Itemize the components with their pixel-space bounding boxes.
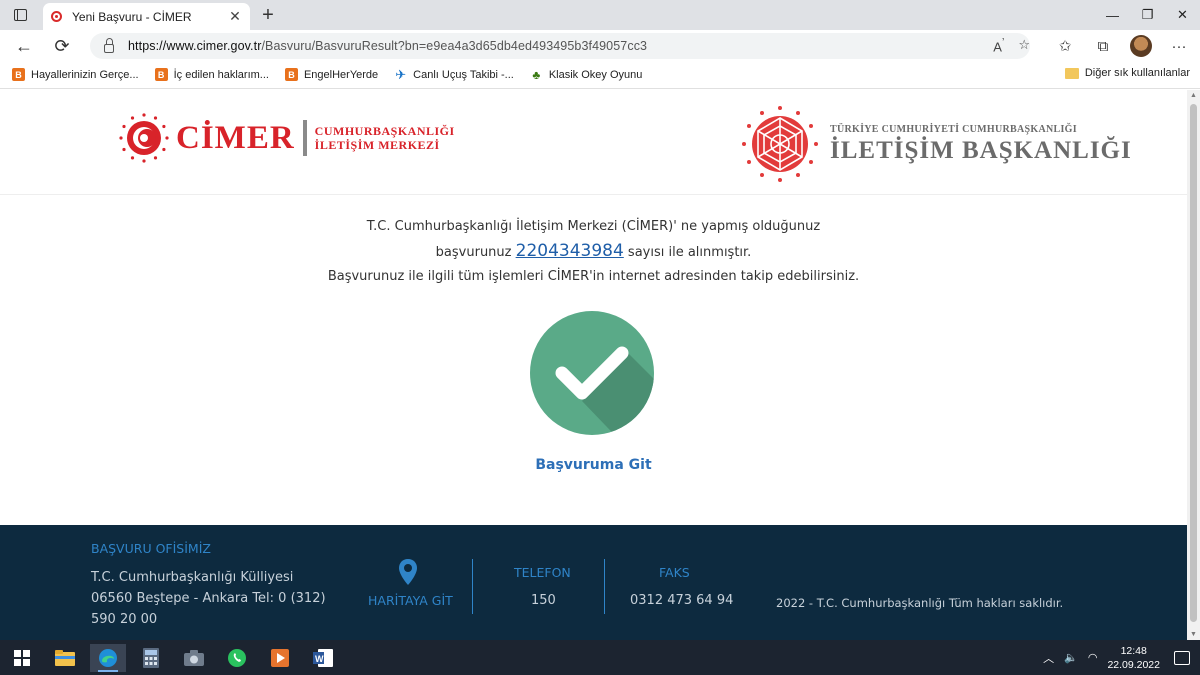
office-title: BAŞVURU OFİSİMİZ xyxy=(91,541,211,556)
cimer-subtitle-line2: İLETİŞİM MERKEZİ xyxy=(314,138,440,152)
refresh-button[interactable]: ⟳ xyxy=(50,34,74,58)
file-explorer-icon[interactable] xyxy=(47,644,83,672)
site-footer: BAŞVURU OFİSİMİZ T.C. Cumhurbaşkanlığı K… xyxy=(0,525,1187,640)
tab-actions-icon xyxy=(13,9,27,21)
more-menu-icon[interactable]: ··· xyxy=(1168,38,1190,55)
fax-value: 0312 473 64 94 xyxy=(630,593,734,608)
blogger-icon: B xyxy=(12,68,25,81)
volume-icon[interactable]: 🔈 xyxy=(1064,651,1078,664)
fax-title: FAKS xyxy=(659,565,690,580)
camera-icon[interactable] xyxy=(176,644,212,672)
wifi-icon[interactable]: ◠ xyxy=(1088,651,1098,664)
calculator-icon[interactable] xyxy=(133,644,169,672)
result-message-suffix: sayısı ile alınmıştır. xyxy=(623,245,752,260)
ib-logo-text: TÜRKİYE CUMHURİYETİ CUMHURBAŞKANLIĞI İLE… xyxy=(830,124,1132,165)
new-tab-button[interactable]: + xyxy=(258,3,278,27)
tab-close-icon[interactable]: ✕ xyxy=(228,8,242,25)
edge-browser-icon[interactable] xyxy=(90,644,126,672)
address-bar-actions: Aʼ ☆ xyxy=(993,37,1030,54)
bookmark-item[interactable]: B EngelHerYerde xyxy=(284,68,378,81)
ib-logo-title: İLETİŞİM BAŞKANLIĞI xyxy=(830,136,1132,164)
word-icon[interactable]: W xyxy=(305,644,341,672)
tab-title: Yeni Başvuru - CİMER xyxy=(72,9,192,24)
blogger-icon: B xyxy=(154,68,168,81)
cimer-favicon-icon xyxy=(51,11,62,22)
back-button[interactable]: ← xyxy=(12,34,36,58)
window-controls: — ❐ ✕ xyxy=(1095,0,1200,30)
plane-icon: ✈ xyxy=(395,66,407,82)
cimer-logo[interactable]: CİMER CUMHURBAŞKANLIĞI İLETİŞİM MERKEZİ xyxy=(118,112,455,164)
favorites-icon[interactable]: ✩ xyxy=(1054,37,1076,55)
media-player-icon[interactable] xyxy=(262,644,298,672)
iletisim-baskanligi-logo[interactable]: TÜRKİYE CUMHURİYETİ CUMHURBAŞKANLIĞI İLE… xyxy=(740,104,1132,184)
map-link[interactable]: HARİTAYA GİT xyxy=(368,593,453,608)
phone-title: TELEFON xyxy=(514,565,571,580)
bookmark-item[interactable]: ✈ Canlı Uçuş Takibi -... xyxy=(394,66,514,82)
svg-text:W: W xyxy=(315,654,324,664)
lock-icon xyxy=(104,37,114,53)
result-message-line3: Başvurunuz ile ilgili tüm işlemleri CİME… xyxy=(327,269,860,284)
tray-overflow-icon[interactable]: ︿ xyxy=(1043,650,1054,666)
result-message-prefix: başvurunuz xyxy=(435,245,516,260)
cimer-wordmark: CİMER xyxy=(176,119,295,156)
page-scrollbar[interactable]: ▲ ▼ xyxy=(1187,90,1200,640)
system-tray: ︿ 🔈 ◠ 12:48 22.09.2022 xyxy=(1043,640,1200,675)
cimer-emblem-icon xyxy=(119,113,169,163)
application-number-link[interactable]: 2204343984 xyxy=(516,241,624,261)
scroll-up-icon[interactable]: ▲ xyxy=(1190,92,1197,99)
success-check-icon xyxy=(530,311,654,435)
windows-taskbar: W ︿ 🔈 ◠ 12:48 22.09.2022 xyxy=(0,640,1200,675)
logo-separator xyxy=(302,120,307,156)
cimer-subtitle-line1: CUMHURBAŞKANLIĞI xyxy=(314,124,455,138)
bookmark-item[interactable]: B İç edilen haklarım... xyxy=(154,68,269,81)
site-header: CİMER CUMHURBAŞKANLIĞI İLETİŞİM MERKEZİ xyxy=(0,90,1187,195)
restore-button[interactable]: ❐ xyxy=(1130,0,1165,30)
web-page: CİMER CUMHURBAŞKANLIĞI İLETİŞİM MERKEZİ xyxy=(0,90,1187,640)
footer-divider xyxy=(604,559,605,614)
copyright-text: 2022 - T.C. Cumhurbaşkanlığı Tüm hakları… xyxy=(776,596,1064,610)
blogger-icon: B xyxy=(284,68,298,81)
bookmark-item[interactable]: ♣ Klasik Okey Oyunu xyxy=(530,67,642,82)
clock-date: 22.09.2022 xyxy=(1107,658,1160,671)
map-pin-icon[interactable] xyxy=(398,558,418,586)
close-window-button[interactable]: ✕ xyxy=(1165,0,1200,30)
url-text: https://www.cimer.gov.tr/Basvuru/Basvuru… xyxy=(128,39,648,53)
phone-value: 150 xyxy=(531,593,556,608)
bookmark-item[interactable]: B Hayallerinizin Gerçe... xyxy=(12,68,139,81)
other-favorites-label: Diğer sık kullanılanlar xyxy=(1084,67,1190,79)
scroll-down-icon[interactable]: ▼ xyxy=(1190,631,1197,638)
system-clock[interactable]: 12:48 22.09.2022 xyxy=(1107,644,1160,672)
result-message-line2: başvurunuz 2204343984 sayısı ile alınmış… xyxy=(0,239,1187,265)
result-message-line1: T.C. Cumhurbaşkanlığı İletişim Merkezi (… xyxy=(366,219,821,234)
cimer-subtitle: CUMHURBAŞKANLIĞI İLETİŞİM MERKEZİ xyxy=(315,124,455,152)
presidency-emblem-icon xyxy=(742,106,818,182)
clock-time: 12:48 xyxy=(1120,644,1147,657)
windows-logo-icon xyxy=(14,650,30,666)
address-bar-row: ← ⟳ https://www.cimer.gov.tr/Basvuru/Bas… xyxy=(0,30,1200,61)
go-to-application-button[interactable]: Başvuruma Git xyxy=(0,457,1187,473)
game-icon: ♣ xyxy=(532,67,541,82)
other-favorites-folder[interactable]: Diğer sık kullanılanlar xyxy=(1064,67,1190,79)
browser-toolbar: ✩ ⧉ ··· xyxy=(1054,35,1190,57)
url-field[interactable]: https://www.cimer.gov.tr/Basvuru/Basvuru… xyxy=(90,33,1030,59)
scrollbar-thumb[interactable] xyxy=(1190,104,1197,622)
ib-logo-small-text: TÜRKİYE CUMHURİYETİ CUMHURBAŞKANLIĞI xyxy=(830,123,1077,135)
start-button[interactable] xyxy=(4,644,40,672)
office-address: T.C. Cumhurbaşkanlığı Külliyesi 06560 Be… xyxy=(91,570,326,627)
notifications-icon[interactable] xyxy=(1174,650,1190,665)
read-aloud-icon[interactable]: Aʼ xyxy=(993,37,1004,54)
footer-divider xyxy=(472,559,473,614)
tab-bar: Yeni Başvuru - CİMER ✕ + — ❐ ✕ xyxy=(0,0,1200,30)
collections-icon[interactable]: ⧉ xyxy=(1092,38,1114,55)
add-favorite-icon[interactable]: ☆ xyxy=(1018,37,1030,54)
folder-icon xyxy=(1064,67,1079,79)
tab-actions-menu-button[interactable] xyxy=(10,6,30,24)
tab-active[interactable]: Yeni Başvuru - CİMER ✕ xyxy=(43,3,250,30)
whatsapp-icon[interactable] xyxy=(219,644,255,672)
bookmarks-bar: B Hayallerinizin Gerçe... B İç edilen hakl… xyxy=(0,61,1200,89)
profile-avatar[interactable] xyxy=(1130,35,1152,57)
minimize-button[interactable]: — xyxy=(1095,0,1130,30)
